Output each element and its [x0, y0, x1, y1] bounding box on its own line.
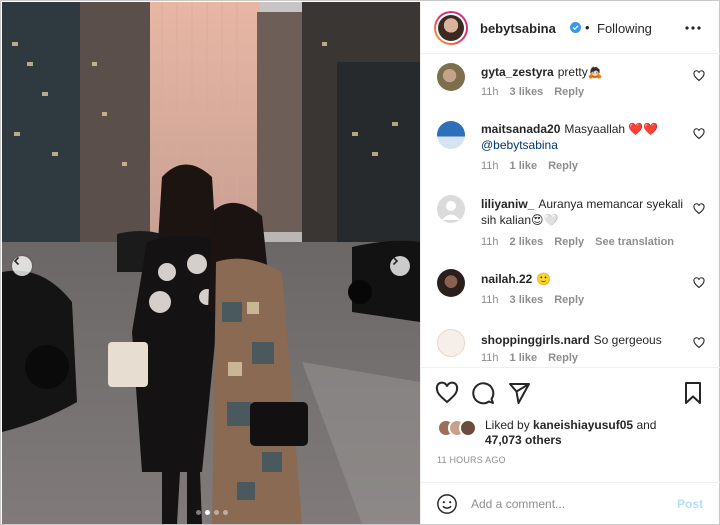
carousel-dots: [196, 510, 228, 515]
likes-summary: Liked by kaneishiayusuf05 and 47,073 oth…: [421, 414, 720, 454]
carousel-dot: [196, 510, 201, 515]
comment-bubble-icon[interactable]: [471, 381, 495, 405]
comment-likes[interactable]: 1 like: [510, 352, 538, 364]
author-avatar[interactable]: [434, 11, 468, 45]
commenter-avatar[interactable]: [437, 121, 465, 149]
comment-username[interactable]: shoppinggirls.nard: [481, 333, 590, 347]
comment-likes[interactable]: 3 likes: [510, 294, 544, 306]
reply-button[interactable]: Reply: [554, 236, 584, 248]
comment-text: Masyaallah ❤️❤️: [564, 122, 659, 136]
comment-likes[interactable]: 1 like: [510, 160, 538, 172]
previous-image-button[interactable]: [12, 256, 32, 276]
see-translation-button[interactable]: See translation: [595, 236, 674, 248]
liker-avatars: [437, 419, 487, 437]
heart-icon[interactable]: [693, 337, 705, 349]
following-button[interactable]: Following: [597, 21, 652, 36]
liked-by-prefix: Liked by: [485, 418, 530, 432]
liked-by-user[interactable]: kaneishiayusuf05: [533, 418, 633, 432]
liked-by-and: and: [636, 418, 657, 432]
commenter-avatar[interactable]: [437, 269, 465, 297]
chevron-left-icon: [13, 256, 20, 266]
emoji-icon[interactable]: [436, 493, 458, 515]
comment-mention[interactable]: @bebytsabina: [481, 138, 558, 152]
comment-composer: Post: [421, 482, 720, 524]
reply-button[interactable]: Reply: [554, 294, 584, 306]
author-username[interactable]: bebytsabina: [480, 21, 556, 36]
comment-time: 11h: [481, 294, 499, 306]
commenter-avatar[interactable]: [437, 195, 465, 223]
heart-icon[interactable]: [693, 128, 705, 140]
reply-button[interactable]: Reply: [548, 160, 578, 172]
photo-illustration: [2, 2, 420, 524]
post-actions-bar: [421, 367, 720, 417]
like-heart-icon[interactable]: [435, 381, 459, 405]
post-timestamp[interactable]: 11 HOURS AGO: [437, 455, 506, 465]
heart-icon[interactable]: [693, 70, 705, 82]
comment-username[interactable]: nailah.22: [481, 272, 532, 286]
commenter-avatar[interactable]: [437, 329, 465, 357]
carousel-dot: [223, 510, 228, 515]
verified-badge-icon: [570, 22, 581, 33]
default-avatar-icon: [442, 201, 460, 220]
reply-button[interactable]: Reply: [554, 86, 584, 98]
comment-text: 🙂: [536, 272, 552, 286]
carousel-dot-active: [205, 510, 210, 515]
add-comment-input[interactable]: [471, 493, 671, 515]
comment-likes[interactable]: 3 likes: [510, 86, 544, 98]
more-options-icon[interactable]: [681, 19, 705, 37]
comment-time: 11h: [481, 352, 499, 364]
post-comment-button[interactable]: Post: [677, 497, 703, 511]
comment-username[interactable]: liliyaniw_: [481, 197, 534, 211]
header-separator: •: [585, 20, 590, 35]
comment-username[interactable]: maitsanada20: [481, 122, 560, 136]
post-side-panel: bebytsabina • Following gyta_zestyra pret…: [420, 2, 720, 524]
liker-avatar: [459, 419, 477, 437]
carousel-dot: [214, 510, 219, 515]
post-photo[interactable]: [2, 2, 420, 524]
heart-icon[interactable]: [693, 203, 705, 215]
comment-username[interactable]: gyta_zestyra: [481, 65, 554, 79]
share-send-icon[interactable]: [507, 381, 531, 405]
comment-text: pretty🙇🏻: [557, 65, 603, 79]
post-header: bebytsabina • Following: [421, 2, 720, 54]
post-dialog: bebytsabina • Following gyta_zestyra pret…: [0, 0, 720, 525]
commenter-avatar[interactable]: [437, 63, 465, 91]
next-image-button[interactable]: [390, 256, 410, 276]
comments-list[interactable]: gyta_zestyra pretty🙇🏻 11h 3 likes Reply mai…: [421, 55, 720, 367]
heart-icon[interactable]: [693, 277, 705, 289]
reply-button[interactable]: Reply: [548, 352, 578, 364]
comment-time: 11h: [481, 86, 499, 98]
chevron-right-icon: [392, 256, 399, 266]
comment-likes[interactable]: 2 likes: [510, 236, 544, 248]
comment-time: 11h: [481, 160, 499, 172]
comment-text: So gergeous: [593, 333, 662, 347]
comment-time: 11h: [481, 236, 499, 248]
likes-count[interactable]: 47,073 others: [485, 433, 562, 447]
save-bookmark-icon[interactable]: [681, 381, 705, 405]
